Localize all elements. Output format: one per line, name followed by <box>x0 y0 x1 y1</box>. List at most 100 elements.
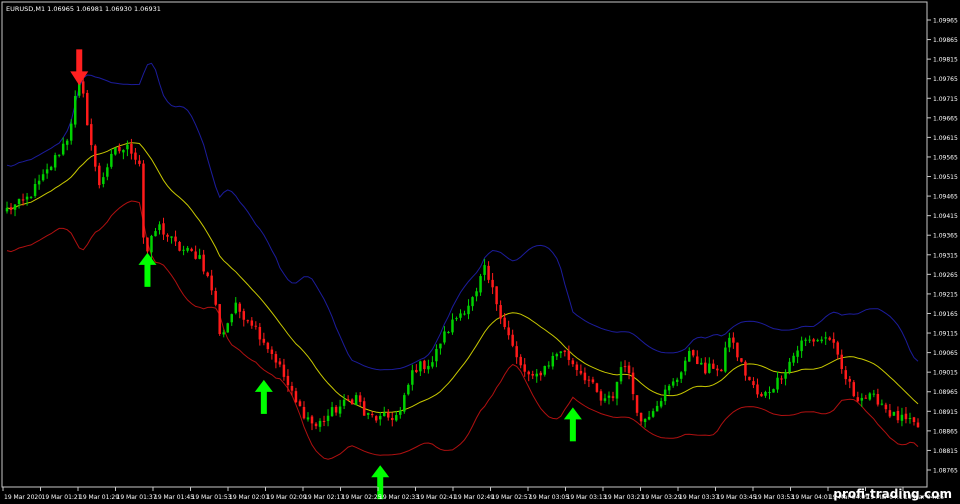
price-label: 1.09015 <box>933 370 958 377</box>
candle-body <box>527 371 530 375</box>
time-label: 19 Mar 03:21 <box>604 494 644 501</box>
candle-body <box>904 413 908 420</box>
candle-body <box>627 365 631 374</box>
price-label: 1.09315 <box>933 252 958 259</box>
candle-body <box>515 346 518 358</box>
candle-body <box>447 332 450 334</box>
candle-body <box>575 364 579 371</box>
candle-body <box>45 169 49 174</box>
candle-body <box>892 411 896 416</box>
candle-body <box>740 358 743 362</box>
candle-body <box>611 396 615 398</box>
candle-body <box>154 231 157 237</box>
buy-arrow-shaft <box>260 389 267 414</box>
candle-body <box>314 423 318 427</box>
candle-body <box>258 326 262 340</box>
price-label: 1.09615 <box>933 135 958 142</box>
candle-body <box>387 412 390 418</box>
candle-body <box>896 410 900 421</box>
candle-body <box>908 417 912 419</box>
candle-body <box>595 383 599 392</box>
time-label: 19 Mar 03:53 <box>754 494 794 501</box>
time-label: 19 Mar 03:13 <box>567 494 607 501</box>
candle-body <box>720 369 723 372</box>
time-label: 19 Mar 01:53 <box>192 494 232 501</box>
candle-body <box>900 414 904 421</box>
candle-body <box>700 362 703 365</box>
candle-body <box>358 395 362 402</box>
time-label: 19 Mar 04:01 <box>792 494 832 501</box>
candle-body <box>760 393 763 397</box>
price-label: 1.08815 <box>933 448 958 455</box>
candle-body <box>350 399 354 405</box>
candle-body <box>776 377 779 390</box>
candle-body <box>728 337 731 348</box>
candle-body <box>250 320 254 326</box>
candle-body <box>555 354 559 357</box>
candle-body <box>539 372 543 376</box>
candle-body <box>9 207 13 210</box>
candle-body <box>302 406 306 419</box>
candle-body <box>5 207 9 212</box>
time-label: 19 Mar 01:37 <box>117 494 157 501</box>
candle-body <box>146 237 149 252</box>
candle-body <box>407 384 410 395</box>
candle-body <box>808 339 811 341</box>
candle-body <box>162 223 165 235</box>
price-label: 1.09715 <box>933 96 958 103</box>
price-chart[interactable]: 1.09965 1.09865 1.09815 1.09765 1.09715 1.096… <box>0 0 960 504</box>
price-label: 1.09415 <box>933 213 958 220</box>
candle-body <box>391 417 394 421</box>
candle-body <box>134 152 137 160</box>
buy-arrow-shaft <box>569 417 576 442</box>
watermark-text: profi-trading.com <box>833 487 952 501</box>
buy-arrow-shaft <box>144 262 151 287</box>
candle-body <box>439 343 442 349</box>
candle-body <box>122 150 125 153</box>
time-label: 19 Mar 03:45 <box>717 494 757 501</box>
candle-body <box>338 406 342 414</box>
candle-body <box>322 420 326 422</box>
candle-body <box>110 153 113 167</box>
candle-body <box>579 370 583 374</box>
chart-header: EURUSD,M1 1.06965 1.06981 1.06930 1.0693… <box>6 5 161 13</box>
candle-body <box>254 325 258 327</box>
candle-body <box>888 410 892 417</box>
candle-body <box>748 376 751 381</box>
candle-body <box>57 154 61 156</box>
candle-body <box>724 347 727 372</box>
candle-body <box>804 339 807 341</box>
time-label: 19 Mar 03:05 <box>529 494 569 501</box>
candle-body <box>571 360 575 365</box>
time-label: 19 Mar 03:29 <box>642 494 682 501</box>
candle-body <box>607 395 611 398</box>
candle-body <box>170 236 173 238</box>
candle-body <box>736 342 739 358</box>
price-label: 1.09165 <box>933 311 958 318</box>
candle-body <box>90 124 93 146</box>
candle-body <box>828 337 831 340</box>
candle-body <box>138 160 141 164</box>
candle-body <box>836 342 839 355</box>
candle-body <box>712 363 715 369</box>
candle-body <box>523 364 526 372</box>
candle-body <box>756 384 759 395</box>
candle-body <box>543 366 547 375</box>
sell-arrow-shaft <box>76 49 83 74</box>
candle-body <box>463 313 466 315</box>
candle-body <box>732 337 735 343</box>
candle-body <box>114 147 117 155</box>
candle-body <box>102 177 105 184</box>
chart-background <box>0 0 960 504</box>
candle-body <box>796 350 799 357</box>
candle-body <box>246 320 250 322</box>
candle-body <box>647 416 651 420</box>
candle-body <box>884 404 888 410</box>
price-label: 1.09765 <box>933 76 958 83</box>
candle-body <box>764 391 767 396</box>
candle-body <box>692 350 695 356</box>
price-label: 1.08865 <box>933 428 958 435</box>
candle-body <box>679 372 683 379</box>
candle-body <box>174 236 177 242</box>
candle-body <box>150 235 153 253</box>
